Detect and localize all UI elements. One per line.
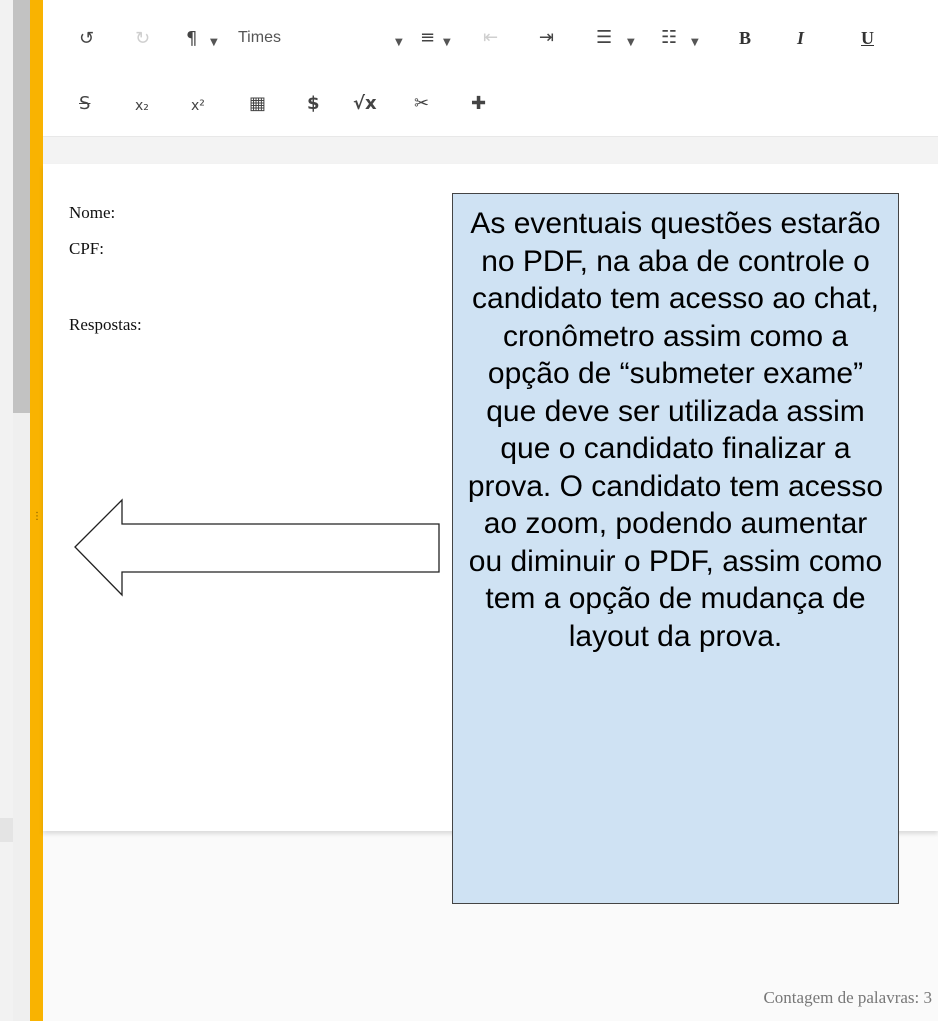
splitter-grip-icon[interactable]: ⋮ [32, 510, 42, 524]
font-dropdown-icon[interactable]: ▼ [395, 33, 403, 53]
toolbar-divider [43, 136, 938, 165]
numbered-list-dropdown-icon[interactable]: ▼ [627, 33, 635, 53]
redo-icon[interactable]: ↻ [135, 29, 150, 49]
scissors-icon[interactable]: ✂ [414, 94, 429, 114]
paragraph-dropdown-icon[interactable]: ▼ [210, 33, 218, 53]
editor-toolbar: ↺ ↻ ¶ ▼ Times ▼ ≡ ▼ ⇤ ⇥ ☰ ▼ ☷ ▼ B I U S … [43, 0, 938, 136]
name-line: Nome: [69, 203, 116, 222]
align-dropdown-icon[interactable]: ▼ [443, 33, 451, 53]
word-count: Contagem de palavras: 3 [763, 988, 932, 1007]
dollar-icon[interactable]: $ [307, 94, 320, 114]
underline-icon[interactable]: U [861, 28, 874, 48]
answers-line: Respostas: [69, 315, 142, 334]
subscript-icon[interactable]: x₂ [135, 96, 149, 116]
left-scrollbar-thumb[interactable] [13, 0, 30, 413]
bold-icon[interactable]: B [739, 28, 751, 48]
font-select[interactable]: Times [238, 29, 281, 47]
bullet-list-dropdown-icon[interactable]: ▼ [691, 33, 699, 53]
annotation-text: As eventuais questões estarão no PDF, na… [467, 207, 884, 653]
cpf-line: CPF: [69, 239, 104, 258]
paragraph-icon[interactable]: ¶ [186, 29, 197, 49]
outdent-icon[interactable]: ⇤ [483, 28, 498, 48]
numbered-list-icon[interactable]: ☰ [596, 28, 612, 48]
bullet-list-icon[interactable]: ☷ [661, 28, 677, 48]
strikethrough-icon[interactable]: S [79, 94, 90, 114]
left-panel-edge [0, 818, 13, 842]
align-icon[interactable]: ≡ [420, 28, 435, 48]
square-root-icon[interactable]: √x [353, 94, 377, 114]
undo-icon[interactable]: ↺ [79, 29, 94, 49]
superscript-icon[interactable]: x² [191, 96, 205, 116]
italic-icon[interactable]: I [797, 28, 804, 48]
table-icon[interactable]: ▦ [249, 94, 266, 114]
left-arrow-icon [74, 498, 440, 597]
annotation-note: As eventuais questões estarão no PDF, na… [452, 193, 899, 904]
puzzle-icon[interactable]: ✚ [471, 94, 486, 114]
indent-icon[interactable]: ⇥ [539, 28, 554, 48]
